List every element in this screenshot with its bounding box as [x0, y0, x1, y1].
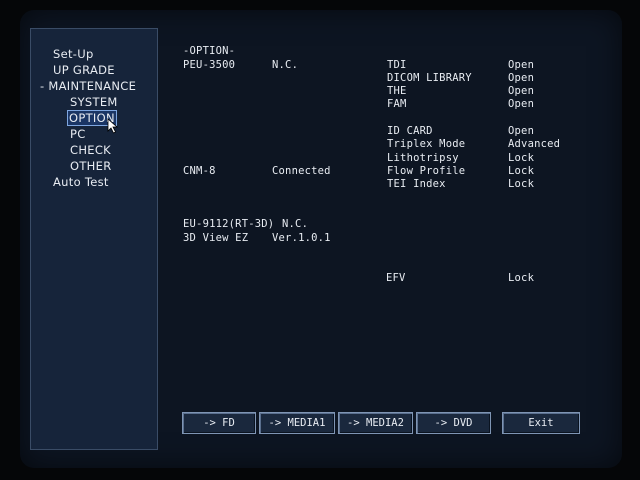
- option-name: EFV: [386, 272, 406, 284]
- option-name: TEI Index: [387, 178, 446, 190]
- option-name: ID CARD: [387, 125, 433, 137]
- monitor-screen: Set-Up UP GRADE - MAINTENANCE SYSTEM OPT…: [20, 10, 622, 468]
- exit-button[interactable]: Exit: [502, 412, 580, 434]
- sidebar-item-upgrade[interactable]: UP GRADE: [53, 63, 115, 77]
- option-status: Lock: [508, 272, 535, 284]
- device-status-3dview: Ver.1.0.1: [272, 232, 331, 244]
- mouse-pointer-icon: [107, 118, 119, 134]
- device-name-eu9112: EU-9112(RT-3D): [183, 218, 275, 230]
- option-name: Lithotripsy: [387, 152, 459, 164]
- option-name: Triplex Mode: [387, 138, 466, 150]
- sidebar-item-other[interactable]: OTHER: [70, 159, 111, 173]
- export-dvd-button[interactable]: -> DVD: [416, 412, 491, 434]
- device-status-eu9112: N.C.: [282, 218, 309, 230]
- option-status: Lock: [508, 165, 535, 177]
- device-name-peu3500: PEU-3500: [183, 59, 236, 71]
- device-status-peu3500: N.C.: [272, 59, 299, 71]
- export-media2-button[interactable]: -> MEDIA2: [338, 412, 413, 434]
- export-fd-button[interactable]: -> FD: [182, 412, 256, 434]
- option-name: Flow Profile: [387, 165, 466, 177]
- sidebar-item-auto-test[interactable]: Auto Test: [53, 175, 109, 189]
- option-name: THE: [387, 85, 407, 97]
- sidebar-item-check[interactable]: CHECK: [70, 143, 111, 157]
- option-status: Open: [508, 125, 535, 137]
- sidebar-menu: Set-Up UP GRADE - MAINTENANCE SYSTEM OPT…: [30, 28, 158, 450]
- sidebar-item-maintenance[interactable]: - MAINTENANCE: [40, 79, 136, 93]
- device-status-cnm8: Connected: [272, 165, 331, 177]
- sidebar-item-setup[interactable]: Set-Up: [53, 47, 94, 61]
- export-media1-button[interactable]: -> MEDIA1: [259, 412, 335, 434]
- option-name: FAM: [387, 98, 407, 110]
- option-name: DICOM LIBRARY: [387, 72, 472, 84]
- option-name: TDI: [387, 59, 407, 71]
- option-header: -OPTION-: [183, 45, 236, 57]
- option-status: Open: [508, 59, 535, 71]
- option-status: Open: [508, 72, 535, 84]
- option-status: Open: [508, 85, 535, 97]
- option-status: Open: [508, 98, 535, 110]
- device-name-cnm8: CNM-8: [183, 165, 216, 177]
- option-status: Lock: [508, 152, 535, 164]
- device-name-3dview: 3D View EZ: [183, 232, 249, 244]
- option-status: Lock: [508, 178, 535, 190]
- option-status: Advanced: [508, 138, 561, 150]
- sidebar-item-system[interactable]: SYSTEM: [70, 95, 118, 109]
- sidebar-item-pc[interactable]: PC: [70, 127, 86, 141]
